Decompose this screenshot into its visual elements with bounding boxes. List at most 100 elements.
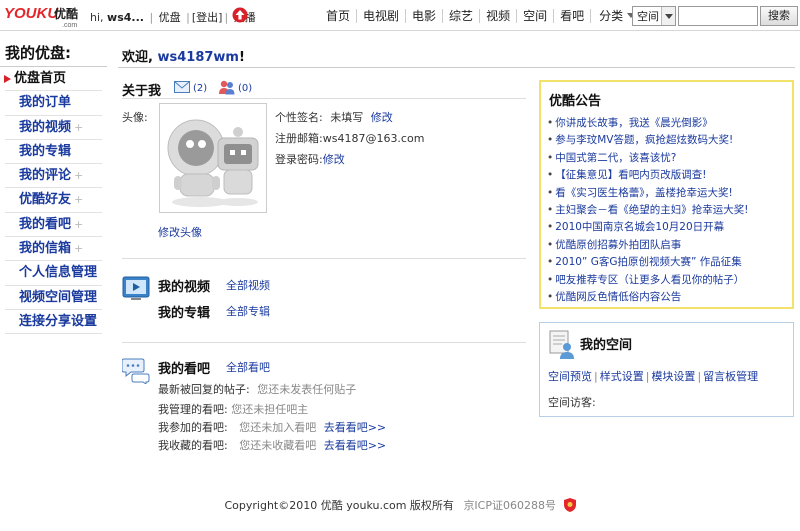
notice-title: 优酷公告	[549, 94, 602, 109]
sidebar-item[interactable]: 我的信箱 +	[5, 237, 102, 262]
email-label: 注册邮箱:	[275, 132, 323, 145]
nav-kanba[interactable]: 看吧	[554, 7, 590, 24]
sidebar-item-label: 我的订单	[19, 95, 72, 111]
space-preview-link[interactable]: 空间预览	[548, 370, 592, 383]
shield-icon[interactable]	[563, 498, 576, 512]
sidebar-item[interactable]: 优酷好友 +	[5, 188, 102, 213]
notice-link[interactable]: 2010中国南京名城会10月20日开幕	[555, 221, 724, 233]
notice-item: 中国式第二代，该喜该忧?	[547, 150, 748, 167]
edit-password-link[interactable]: 修改	[323, 153, 345, 166]
logout-link[interactable]: 登出	[196, 11, 218, 24]
sidebar-item[interactable]: 个人信息管理+	[5, 261, 102, 303]
sidebar-item[interactable]: 我的专辑	[5, 140, 102, 165]
nav-video[interactable]: 视频	[480, 7, 516, 24]
friends-icon[interactable]	[218, 79, 236, 95]
nav-home[interactable]: 首页	[320, 7, 356, 24]
video-icon	[122, 276, 150, 300]
sidebar-item-label: 优酷好友	[19, 192, 72, 208]
search-input[interactable]	[678, 6, 758, 26]
space-user-icon	[549, 330, 574, 359]
search-scope-value: 空间	[637, 10, 659, 23]
expand-plus-icon[interactable]: +	[74, 121, 83, 134]
sidebar-item[interactable]: 我的看吧 +	[5, 213, 102, 238]
email-row: 注册邮箱:ws4187@163.com	[275, 130, 424, 146]
sidebar-item[interactable]: 连接分享设置	[5, 310, 102, 335]
nav-movie[interactable]: 电影	[406, 7, 442, 24]
my-videos-title: 我的视频	[158, 280, 211, 295]
notice-item: 你讲成长故事，我送《晨光倒影》	[547, 115, 748, 132]
expand-plus-icon[interactable]: +	[74, 242, 83, 255]
about-me-title: 关于我	[122, 84, 162, 99]
sidebar-item[interactable]: 我的评论 +	[5, 164, 102, 189]
friend-count[interactable]: (0)	[238, 83, 252, 94]
notice-link[interactable]: 中国式第二代，该喜该忧?	[555, 152, 676, 164]
latest-replied-value: 您还未发表任何贴子	[257, 383, 357, 396]
divider	[122, 98, 526, 99]
edit-signature-link[interactable]: 修改	[371, 111, 393, 124]
notice-link[interactable]: 【征集意见】看吧内页改版调查!	[555, 169, 706, 181]
upload-icon[interactable]	[232, 7, 248, 23]
sidebar-item-label: 我的看吧	[19, 216, 72, 232]
edit-avatar-link[interactable]: 修改头像	[158, 224, 202, 240]
notice-link[interactable]: 优酷网反色情低俗内容公告	[555, 291, 681, 303]
sidebar-item[interactable]: 我的订单	[5, 91, 102, 116]
mail-icon[interactable]	[174, 81, 190, 93]
notice-item: 2010” G客G拍原创视频大赛” 作品征集	[547, 254, 748, 271]
welcome-text: 欢迎, ws4187wm!	[122, 46, 245, 65]
favorite-kanba-row: 我收藏的看吧: 您还未收藏看吧 去看看吧>>	[158, 437, 386, 453]
search-button[interactable]: 搜索	[760, 6, 798, 26]
nav-space[interactable]: 空间	[517, 7, 553, 24]
go-see-kanba-link[interactable]: 去看看吧>>	[324, 439, 386, 452]
welcome-username[interactable]: ws4187wm	[157, 50, 239, 65]
go-see-kanba-link[interactable]: 去看看吧>>	[324, 421, 386, 434]
icp-link[interactable]: 京ICP证060288号	[463, 499, 556, 512]
youpan-link[interactable]: 优盘	[159, 11, 181, 24]
sidebar-item-label: 我的视频	[19, 119, 72, 135]
username-link[interactable]: ws4...	[107, 11, 144, 24]
guestbook-manage-link[interactable]: 留言板管理	[703, 370, 758, 383]
avatar-label: 头像:	[122, 111, 148, 124]
password-row: 登录密码:修改	[275, 151, 345, 167]
expand-plus-icon[interactable]: +	[74, 218, 83, 231]
notice-panel: 优酷公告 你讲成长故事，我送《晨光倒影》参与李玟MV答题，疯抢超炫数码大奖! 中国…	[539, 80, 794, 309]
nav-category[interactable]: 分类	[591, 7, 636, 24]
nav-tv[interactable]: 电视剧	[357, 7, 405, 24]
notice-item: 参与李玟MV答题，疯抢超炫数码大奖!	[547, 132, 748, 149]
latest-replied-label: 最新被回复的帖子:	[158, 383, 250, 396]
managed-kanba-value: 您还未担任吧主	[231, 403, 309, 416]
notice-link[interactable]: 看《实习医生格蕾》，盖楼抢幸运大奖!	[555, 187, 732, 199]
notice-link[interactable]: 主妇聚会－看《绝望的主妇》抢幸运大奖!	[555, 204, 748, 216]
avatar-robot-icon	[167, 119, 259, 207]
divider	[118, 67, 795, 68]
signature-row: 个性签名: 未填写 修改	[275, 109, 393, 125]
notice-link[interactable]: 优酷原创招募外拍团队启事	[555, 239, 681, 251]
space-links: 空间预览 | 样式设置 | 模块设置 | 留言板管理	[548, 370, 759, 383]
all-kanba-link[interactable]: 全部看吧	[226, 359, 270, 375]
avatar[interactable]	[159, 103, 267, 213]
module-settings-link[interactable]: 模块设置	[651, 370, 695, 383]
notice-link[interactable]: 你讲成长故事，我送《晨光倒影》	[555, 117, 713, 129]
my-albums-title: 我的专辑	[158, 306, 211, 321]
sidebar-item[interactable]: 视频空间管理+	[5, 286, 102, 328]
sidebar-item-label: 连接分享设置	[19, 313, 98, 329]
notice-link[interactable]: 吧友推荐专区（让更多人看见你的帖子）	[555, 274, 744, 286]
style-settings-link[interactable]: 样式设置	[600, 370, 644, 383]
top-bar: YOUKU 优酷 .com hi, ws4... | 优盘 |[登出]| 点播 …	[0, 0, 800, 31]
search-scope-select[interactable]: 空间	[632, 6, 676, 26]
expand-plus-icon[interactable]: +	[74, 169, 83, 182]
sidebar: 我的优盘: 优盘首页 我的订单 我的视频 + 我的专辑 我的评论 + 优酷好友 + 我的看吧 + 我的…	[0, 31, 107, 335]
expand-plus-icon[interactable]: +	[74, 193, 83, 206]
signature-label: 个性签名:	[275, 111, 323, 124]
youku-logo[interactable]: YOUKU 优酷 .com	[4, 3, 84, 29]
notice-link[interactable]: 参与李玟MV答题，疯抢超炫数码大奖!	[555, 134, 733, 146]
mail-count[interactable]: (2)	[193, 83, 207, 94]
my-space-panel: 我的空间 空间预览 | 样式设置 | 模块设置 | 留言板管理 空间访客:	[539, 322, 794, 417]
nav-variety[interactable]: 综艺	[443, 7, 479, 24]
user-greeting: hi, ws4... | 优盘 |[登出]| 点播	[90, 9, 256, 25]
joined-kanba-value: 您还未加入看吧	[239, 421, 317, 434]
notice-link[interactable]: 2010” G客G拍原创视频大赛” 作品征集	[555, 256, 742, 268]
all-albums-link[interactable]: 全部专辑	[226, 303, 270, 319]
sidebar-item[interactable]: 我的视频 +	[5, 116, 102, 140]
sidebar-item[interactable]: 优盘首页	[4, 67, 102, 92]
all-videos-link[interactable]: 全部视频	[226, 277, 270, 293]
